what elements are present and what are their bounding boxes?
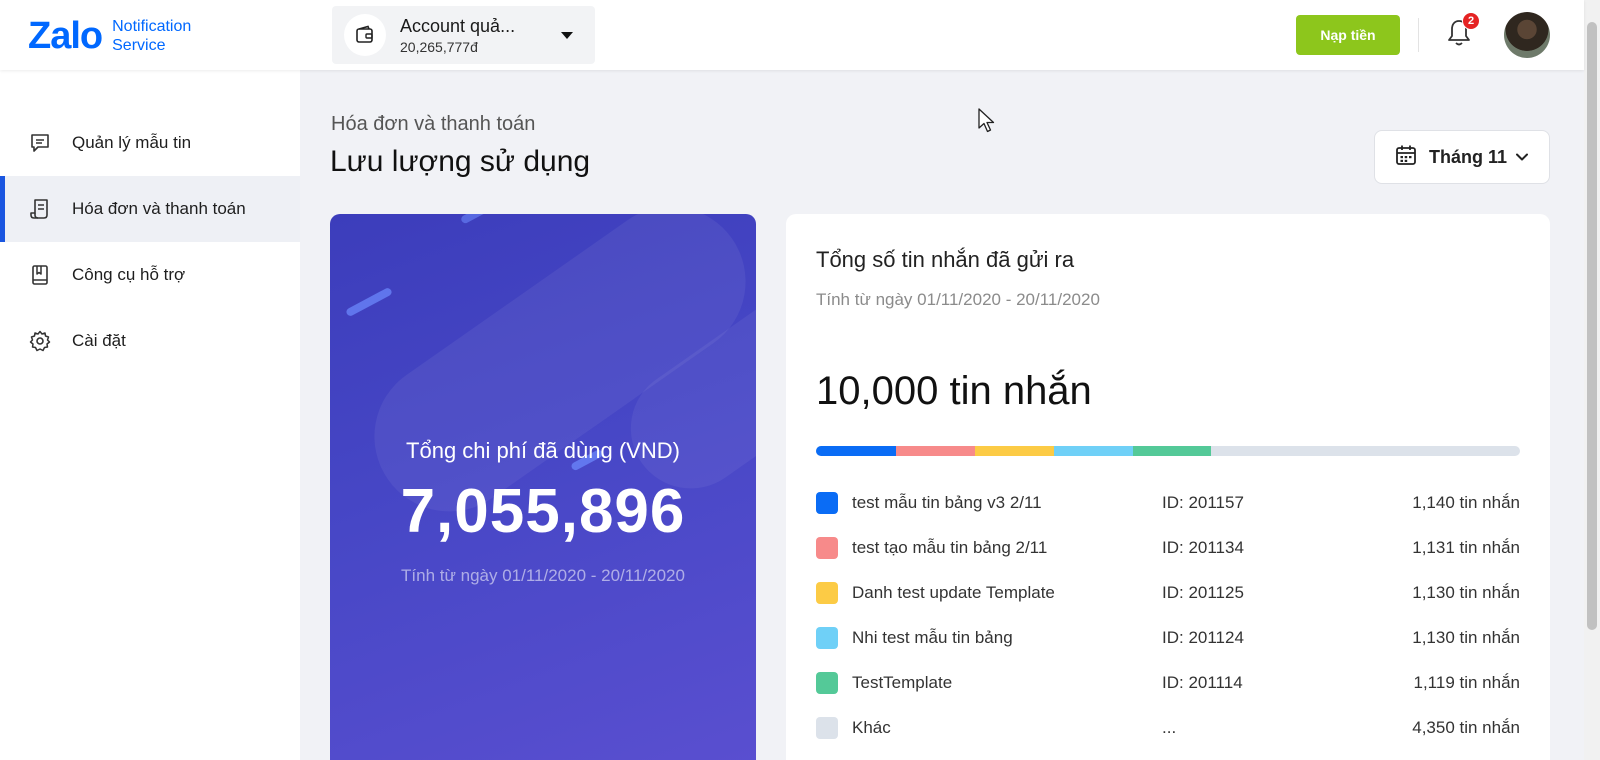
template-row[interactable]: test mẫu tin bảng v3 2/11 ID: 201157 1,1… — [816, 488, 1520, 518]
template-count: 1,130 tin nhắn — [1412, 583, 1520, 602]
scrollbar[interactable] — [1584, 0, 1600, 760]
topup-button[interactable]: Nạp tiền — [1296, 15, 1400, 55]
logo-brand: Zalo — [28, 15, 103, 57]
template-id: ID: 201134 — [1162, 538, 1244, 557]
top-bar: Zalo Notification Service Account quả...… — [0, 0, 1584, 70]
template-count: 4,350 tin nhắn — [1412, 718, 1520, 737]
logo-sub-line1: Notification — [112, 18, 192, 35]
template-row[interactable]: test tạo mẫu tin bảng 2/11 ID: 201134 1,… — [816, 533, 1520, 563]
template-name: test mẫu tin bảng v3 2/11 — [852, 493, 1042, 512]
calendar-icon — [1395, 144, 1417, 171]
template-color-swatch — [816, 627, 838, 649]
sidebar-item-label: Hóa đơn và thanh toán — [72, 199, 246, 218]
gear-icon — [28, 329, 52, 353]
template-id: ID: 201157 — [1162, 493, 1244, 512]
mouse-cursor-icon — [978, 108, 996, 139]
book-icon — [28, 263, 52, 287]
cost-title: Tổng chi phí đã dùng (VND) — [406, 438, 680, 463]
month-filter-label: Tháng 11 — [1429, 146, 1508, 167]
template-id: ID: 201124 — [1162, 628, 1244, 647]
zalo-logo[interactable]: Zalo Notification Service — [28, 14, 191, 58]
card-decoration — [459, 214, 491, 225]
account-balance: 20,265,777đ — [400, 39, 478, 55]
chevron-down-icon — [1515, 150, 1529, 169]
template-row[interactable]: Nhi test mẫu tin bảng ID: 201124 1,130 t… — [816, 623, 1520, 653]
sidebar: Quản lý mẫu tin Hóa đơn và thanh toán Cô… — [0, 70, 300, 760]
messages-date-range: Tính từ ngày 01/11/2020 - 20/11/2020 — [816, 290, 1100, 309]
template-color-swatch — [816, 717, 838, 739]
template-count: 1,119 tin nhắn — [1413, 673, 1521, 692]
bar-segment-1 — [896, 446, 975, 456]
template-color-swatch — [816, 672, 838, 694]
bell-icon[interactable]: 2 — [1446, 12, 1480, 50]
bar-segment-3 — [1054, 446, 1133, 456]
template-count: 1,130 tin nhắn — [1412, 628, 1520, 647]
template-name: Nhi test mẫu tin bảng — [852, 628, 1013, 647]
template-row[interactable]: TestTemplate ID: 201114 1,119 tin nhắn — [816, 668, 1520, 698]
template-name: TestTemplate — [852, 673, 953, 692]
template-row[interactable]: Khác ... 4,350 tin nhắn — [816, 713, 1520, 743]
template-color-swatch — [816, 492, 838, 514]
sidebar-item-label: Công cụ hỗ trợ — [72, 265, 186, 284]
sidebar-item-label: Quản lý mẫu tin — [72, 133, 192, 152]
receipt-icon — [28, 197, 52, 221]
sidebar-item-templates[interactable]: Quản lý mẫu tin — [0, 110, 300, 176]
messages-sent-card: Tổng số tin nhắn đã gửi ra Tính từ ngày … — [786, 214, 1550, 760]
template-row[interactable]: Danh test update Template ID: 201125 1,1… — [816, 578, 1520, 608]
page-title: Lưu lượng sử dụng — [330, 145, 591, 178]
scroll-thumb[interactable] — [1587, 22, 1597, 630]
account-selector[interactable]: Account quả... 20,265,777đ — [332, 6, 595, 64]
messages-total: 10,000 tin nhắn — [816, 369, 1092, 413]
messages-distribution-bar — [816, 446, 1520, 456]
template-count: 1,131 tin nhắn — [1412, 538, 1520, 557]
bar-segment-2 — [975, 446, 1054, 456]
avatar[interactable] — [1504, 12, 1550, 58]
template-id: ... — [1162, 718, 1177, 737]
logo-subtitle: Notification Service — [112, 17, 191, 55]
sidebar-item-billing[interactable]: Hóa đơn và thanh toán — [0, 176, 300, 242]
card-decoration — [345, 286, 393, 318]
template-name: test tạo mẫu tin bảng 2/11 — [852, 538, 1048, 557]
cost-value: 7,055,896 — [400, 477, 686, 546]
breadcrumb: Hóa đơn và thanh toán — [331, 113, 536, 135]
header-divider — [1418, 18, 1419, 52]
template-name: Khác — [852, 718, 891, 737]
bar-segment-0 — [816, 446, 896, 456]
template-count: 1,140 tin nhắn — [1412, 493, 1520, 512]
message-template-icon — [28, 131, 52, 155]
total-cost-card: Tổng chi phí đã dùng (VND) 7,055,896 Tín… — [330, 214, 756, 760]
logo-sub-line2: Service — [112, 37, 166, 54]
sidebar-item-settings[interactable]: Cài đặt — [0, 308, 300, 374]
template-name: Danh test update Template — [852, 583, 1055, 602]
template-id: ID: 201114 — [1162, 673, 1243, 692]
messages-title: Tổng số tin nhắn đã gửi ra — [816, 247, 1075, 272]
template-color-swatch — [816, 582, 838, 604]
sidebar-item-tools[interactable]: Công cụ hỗ trợ — [0, 242, 300, 308]
template-color-swatch — [816, 537, 838, 559]
caret-down-icon — [561, 32, 573, 39]
bar-segment-4 — [1133, 446, 1211, 456]
wallet-icon — [344, 14, 386, 56]
notification-badge: 2 — [1462, 12, 1480, 30]
month-filter-select[interactable]: Tháng 11 — [1374, 130, 1550, 184]
template-id: ID: 201125 — [1162, 583, 1244, 602]
cost-date-range: Tính từ ngày 01/11/2020 - 20/11/2020 — [401, 566, 685, 585]
sidebar-item-label: Cài đặt — [72, 331, 126, 350]
account-name: Account quả... — [400, 16, 516, 36]
